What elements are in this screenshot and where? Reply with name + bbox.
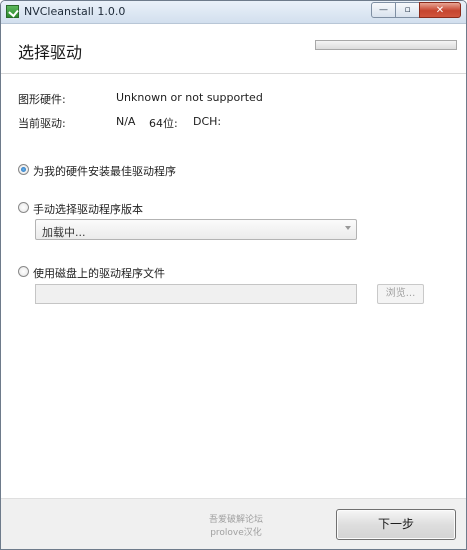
close-button[interactable]: ✕ [419,2,461,18]
page-header: 选择驱动 [1,24,466,73]
maximize-button[interactable]: ▫ [395,2,420,18]
browse-button[interactable]: 浏览... [377,284,424,304]
maximize-icon: ▫ [404,5,411,15]
current-driver-label: 当前驱动: [18,117,66,130]
gpu-label: 图形硬件: [18,93,66,106]
close-icon: ✕ [435,4,445,16]
radio-from-disk-label[interactable]: 使用磁盘上的驱动程序文件 [33,265,165,281]
radio-manual-version-label[interactable]: 手动选择驱动程序版本 [33,201,143,217]
credit-line-2: prolove汉化 [210,528,262,538]
driver-file-path-input[interactable] [35,284,357,304]
window-title: NVCleanstall 1.0.0 [24,5,126,18]
gpu-value: Unknown or not supported [116,91,263,104]
window-controls: — ▫ ✕ [371,2,461,18]
minimize-icon: — [379,5,388,15]
title-bar[interactable]: NVCleanstall 1.0.0 — ▫ ✕ [1,1,466,24]
driver-dch: DCH: [193,115,222,128]
radio-from-disk[interactable] [18,266,29,277]
next-button[interactable]: 下一步 [336,509,456,540]
current-driver-version: N/A [116,115,136,128]
driver-version-select[interactable]: 加载中... [35,219,357,240]
app-icon [6,5,19,18]
minimize-button[interactable]: — [371,2,396,18]
footer-bar: 吾爱破解论坛 prolove汉化 下一步 [1,498,466,549]
main-window: NVCleanstall 1.0.0 — ▫ ✕ 选择驱动 图形硬件: Unkn… [0,0,467,550]
radio-manual-version[interactable] [18,202,29,213]
credit-line-1: 吾爱破解论坛 [208,515,263,525]
driver-version-select-value: 加载中... [42,226,86,239]
progress-bar [315,40,457,50]
page-title: 选择驱动 [18,43,83,62]
radio-best-driver[interactable] [18,164,29,175]
driver-arch: 64位: [149,117,178,130]
chevron-down-icon [345,226,351,230]
header-divider [1,73,466,74]
radio-best-driver-label[interactable]: 为我的硬件安装最佳驱动程序 [33,163,176,179]
